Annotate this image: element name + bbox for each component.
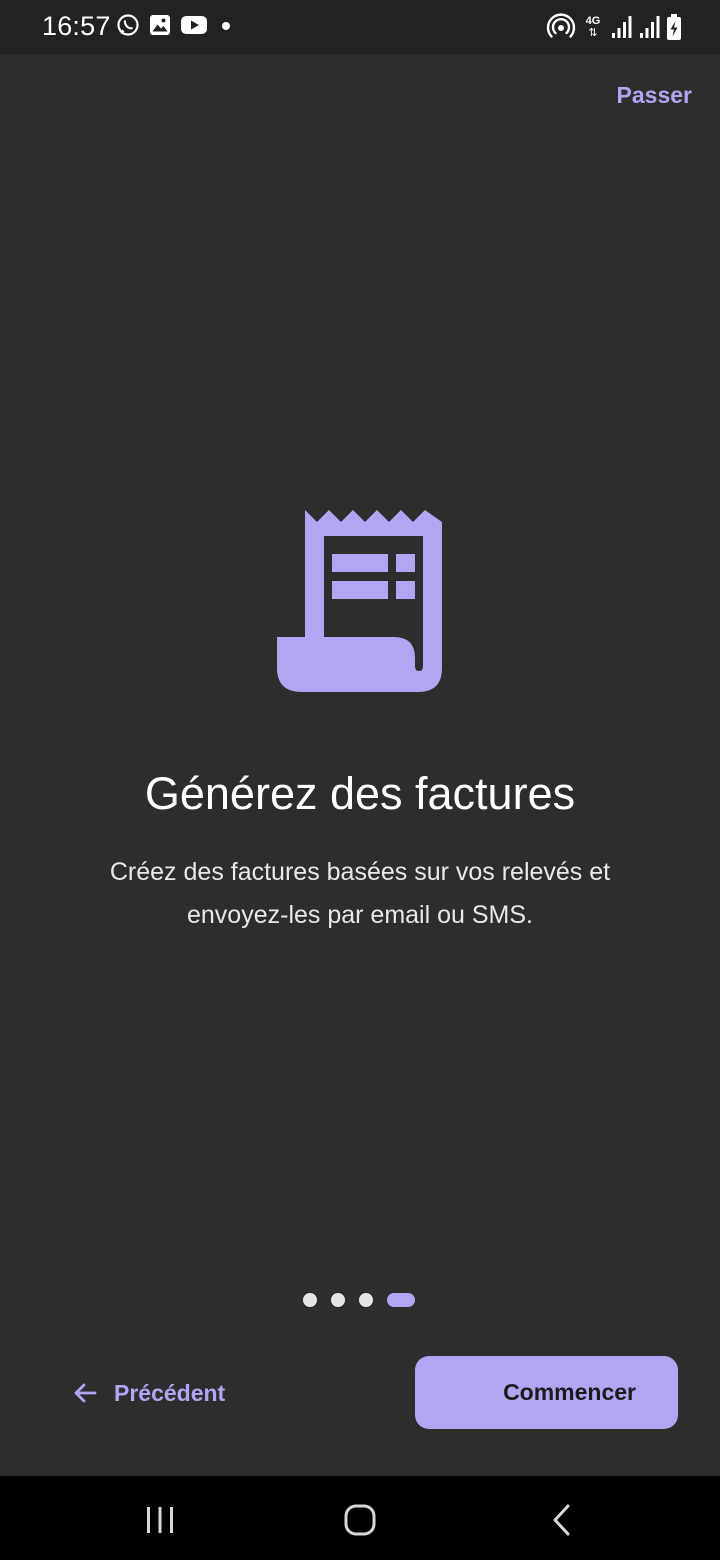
data-arrows-icon: ⇅ (588, 27, 598, 39)
status-bar: 16:57 4G ⇅ (0, 0, 720, 54)
previous-button[interactable]: Précédent (72, 1370, 225, 1416)
home-icon[interactable] (340, 1500, 380, 1540)
gallery-icon (150, 15, 170, 35)
previous-button-label: Précédent (114, 1379, 226, 1406)
page-dot-active (387, 1293, 415, 1307)
status-notification-icons (116, 13, 236, 37)
system-nav-bar (0, 1476, 720, 1560)
slide-description: Créez des factures basées sur vos relevé… (109, 858, 611, 929)
slide-title: Générez des factures (144, 768, 576, 819)
recents-icon[interactable] (140, 1500, 180, 1540)
start-button[interactable]: Commencer (415, 1356, 678, 1429)
back-icon[interactable] (542, 1500, 582, 1540)
network-type-label: 4G (585, 15, 601, 27)
status-time: 16:57 (42, 11, 111, 41)
whatsapp-icon (117, 14, 139, 36)
arrow-left-icon (74, 1383, 97, 1403)
page-indicator (303, 1293, 415, 1307)
youtube-icon (181, 16, 207, 34)
receipt-icon (277, 510, 442, 692)
hotspot-icon (546, 13, 576, 38)
notification-dot-icon (222, 22, 230, 30)
page-dot (359, 1293, 373, 1307)
signal-icon (612, 16, 632, 38)
page-dot (331, 1293, 345, 1307)
skip-button[interactable]: Passer (617, 82, 692, 109)
signal-icon (640, 16, 660, 38)
battery-charging-icon (667, 14, 681, 40)
4g-icon: 4G ⇅ (582, 15, 604, 39)
page-dot (303, 1293, 317, 1307)
status-system-icons: 4G ⇅ (546, 12, 682, 42)
start-button-label: Commencer (503, 1379, 636, 1405)
